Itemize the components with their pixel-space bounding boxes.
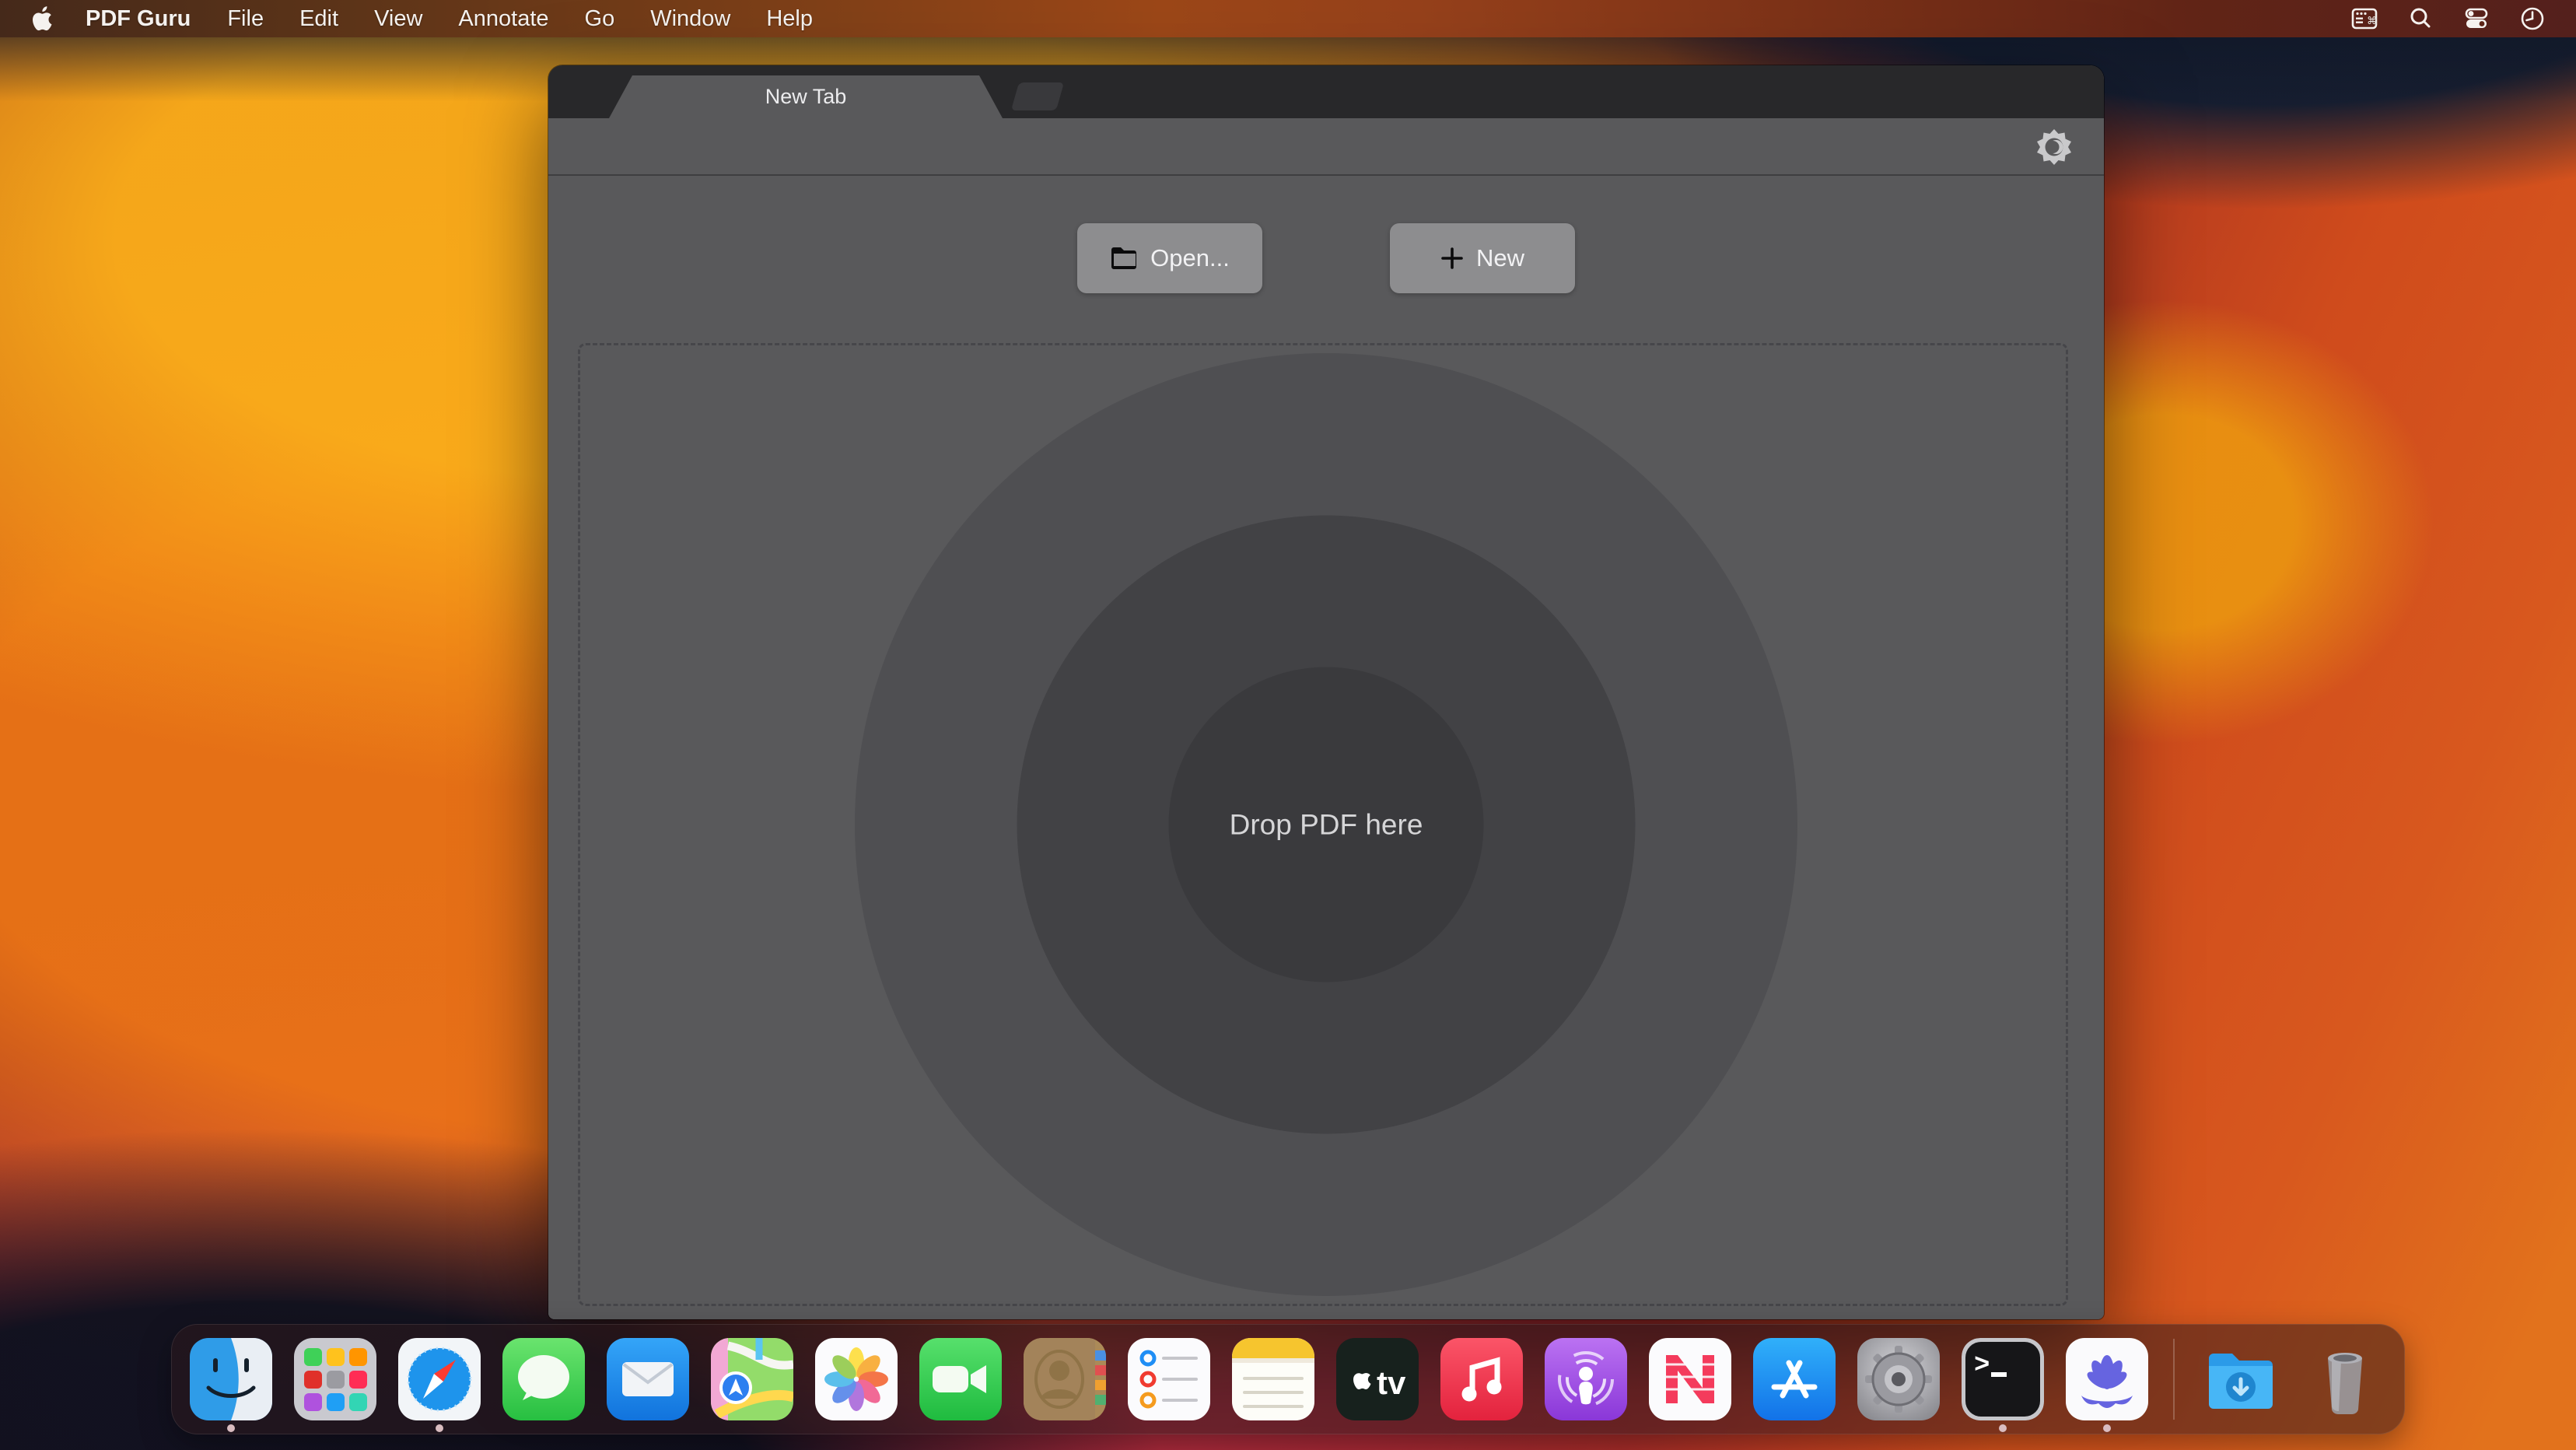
tab-bar: New Tab: [548, 65, 2104, 118]
new-button-label: New: [1476, 244, 1524, 272]
dock-safari-icon[interactable]: [398, 1338, 481, 1420]
dock-music-icon[interactable]: [1440, 1338, 1523, 1420]
dock-podcasts-icon[interactable]: [1545, 1338, 1627, 1420]
menu-bar-status-area: ⌘: [2350, 5, 2576, 33]
dock-terminal-icon[interactable]: >: [1962, 1338, 2044, 1420]
tab-stub[interactable]: [1011, 82, 1064, 110]
dock-photos-icon[interactable]: [815, 1338, 898, 1420]
menu-bar: PDF Guru File Edit View Annotate Go Wind…: [0, 0, 2576, 37]
dock-messages-icon[interactable]: [502, 1338, 585, 1420]
window-content: Open... New Drop PDF here: [548, 176, 2104, 1319]
menu-edit[interactable]: Edit: [282, 6, 356, 32]
dock-system-settings-icon[interactable]: [1857, 1338, 1940, 1420]
dock-tv-icon[interactable]: tv: [1336, 1338, 1419, 1420]
menu-app-name[interactable]: PDF Guru: [86, 6, 191, 32]
svg-text:⌘: ⌘: [2367, 15, 2377, 26]
dock-contacts-icon[interactable]: [1024, 1338, 1106, 1420]
menu-view[interactable]: View: [356, 6, 440, 32]
folder-icon: [1110, 247, 1138, 270]
dock-maps-icon[interactable]: [711, 1338, 793, 1420]
dock-pdf-guru-icon[interactable]: [2066, 1338, 2148, 1420]
tab-new-tab[interactable]: New Tab: [609, 75, 1003, 118]
menu-window[interactable]: Window: [632, 6, 748, 32]
spotlight-search-icon[interactable]: [2406, 5, 2434, 33]
dock-notes-icon[interactable]: [1232, 1338, 1314, 1420]
menu-help[interactable]: Help: [748, 6, 831, 32]
desktop: PDF Guru File Edit View Annotate Go Wind…: [0, 0, 2576, 1450]
svg-text:tv: tv: [1377, 1364, 1406, 1401]
dock-trash-icon[interactable]: [2304, 1338, 2386, 1420]
dock-mail-icon[interactable]: [607, 1338, 689, 1420]
dock-facetime-icon[interactable]: [919, 1338, 1002, 1420]
clock-icon[interactable]: [2518, 5, 2546, 33]
dock-downloads-folder-icon[interactable]: [2200, 1338, 2282, 1420]
pdf-guru-window: New Tab Open...: [548, 65, 2104, 1319]
open-button[interactable]: Open...: [1077, 223, 1262, 293]
svg-text:>: >: [1974, 1351, 1990, 1381]
toolbar: [548, 118, 2104, 176]
menu-bar-left: PDF Guru File Edit View Annotate Go Wind…: [0, 5, 831, 33]
control-center-icon[interactable]: [2462, 5, 2490, 33]
new-button[interactable]: New: [1390, 223, 1575, 293]
dock-news-icon[interactable]: [1649, 1338, 1731, 1420]
drop-zone-label: Drop PDF here: [1230, 808, 1423, 841]
apple-menu-icon[interactable]: [33, 5, 56, 33]
menu-annotate[interactable]: Annotate: [440, 6, 566, 32]
keyboard-command-icon[interactable]: ⌘: [2350, 5, 2378, 33]
dock-app-store-icon[interactable]: [1753, 1338, 1836, 1420]
dock-finder-icon[interactable]: [190, 1338, 272, 1420]
menu-go[interactable]: Go: [567, 6, 633, 32]
dock-separator: [2173, 1339, 2175, 1420]
drop-zone-inner-circle: Drop PDF here: [1169, 667, 1484, 982]
dock-reminders-icon[interactable]: [1128, 1338, 1210, 1420]
dock: tv: [171, 1324, 2405, 1434]
open-button-label: Open...: [1150, 244, 1230, 272]
dock-launchpad-icon[interactable]: [294, 1338, 376, 1420]
plus-icon: [1440, 247, 1464, 270]
theme-toggle-sun-moon-icon[interactable]: [2035, 128, 2073, 165]
action-buttons-row: Open... New: [548, 223, 2104, 293]
tab-label: New Tab: [765, 85, 847, 109]
menu-file[interactable]: File: [209, 6, 282, 32]
